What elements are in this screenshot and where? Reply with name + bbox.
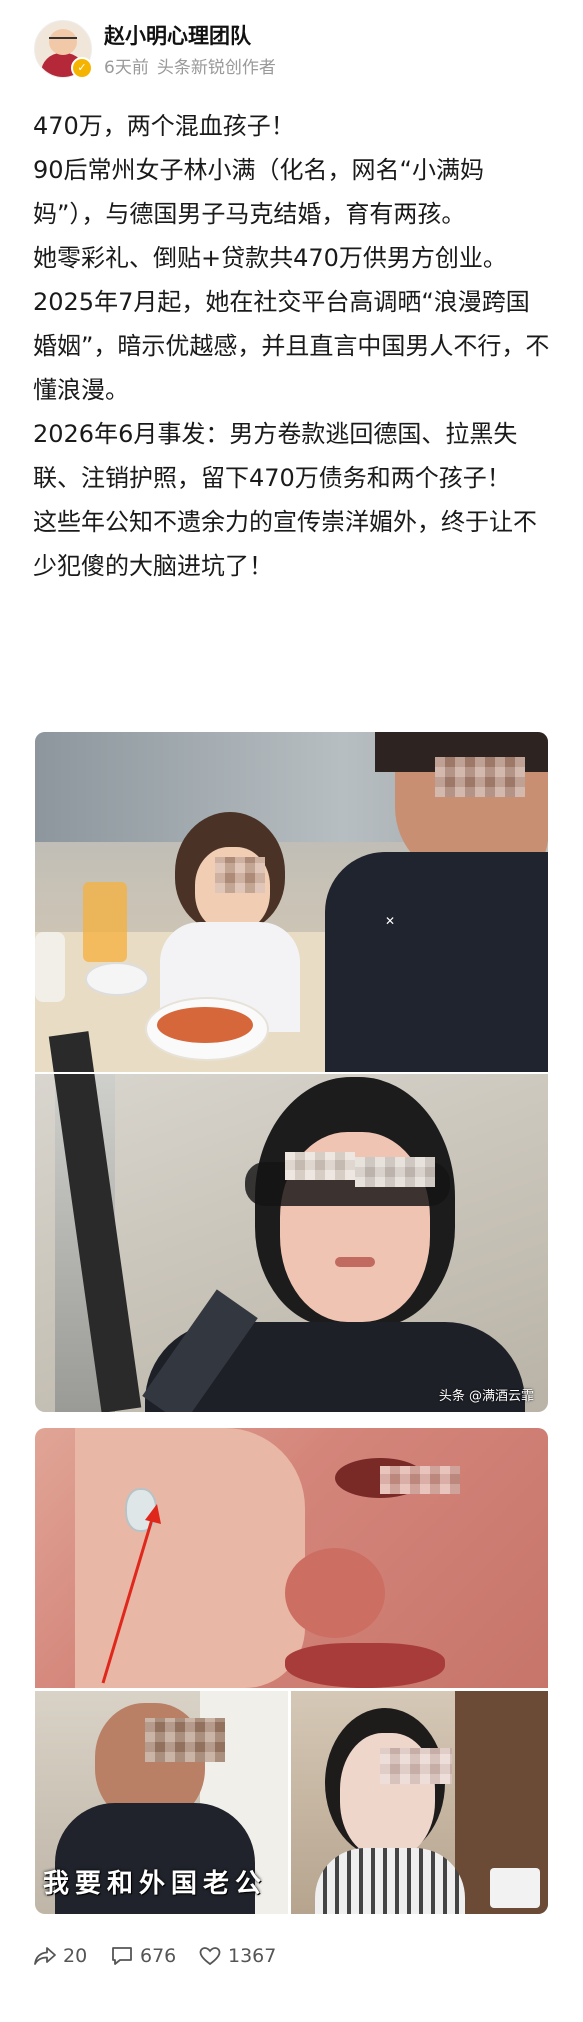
post-paragraph: 这些年公知不遗余力的宣传崇洋媚外，终于让不少犯傻的大脑进坑了！ xyxy=(33,508,537,580)
author-name[interactable]: 赵小明心理团队 xyxy=(104,20,251,50)
heart-icon xyxy=(199,1947,221,1966)
post-body: 470万，两个混血孩子！ 90后常州女子林小满（化名，网名“小满妈妈”），与德国… xyxy=(33,104,553,588)
post-action-bar: 20 676 1367 xyxy=(0,1936,583,1986)
verified-badge-icon: ✓ xyxy=(71,57,93,79)
video-subtitle: 我要和外国老公 xyxy=(43,1869,268,1899)
post-paragraph: 470万，两个混血孩子！ xyxy=(33,112,295,140)
comment-icon xyxy=(112,1947,132,1965)
like-button[interactable]: 1367 xyxy=(198,1936,276,1976)
post-paragraph: 她零彩礼、倒贴+贷款共470万供男方创业。 xyxy=(33,244,507,272)
post-image-collage[interactable]: 我要和外国老公 xyxy=(35,1428,548,1914)
comment-button[interactable]: 676 xyxy=(110,1936,176,1976)
post-paragraph: 2026年6月事发：男方卷款逃回德国、拉黑失联、注销护照，留下470万债务和两个… xyxy=(33,420,518,492)
post-image-family[interactable]: ✕ 头条 @满酒云霏 xyxy=(35,732,548,1412)
post-paragraph: 2025年7月起，她在社交平台高调晒“浪漫跨国婚姻”，暗示优越感，并且直言中国男… xyxy=(33,288,550,404)
comment-count: 676 xyxy=(140,1945,177,1967)
like-count: 1367 xyxy=(228,1945,277,1967)
share-icon xyxy=(34,1947,56,1965)
author-meta: 6天前 头条新锐创作者 xyxy=(104,53,284,78)
share-button[interactable]: 20 xyxy=(33,1936,87,1976)
post-paragraph: 90后常州女子林小满（化名，网名“小满妈妈”），与德国男子马克结婚，育有两孩。 xyxy=(33,156,484,228)
author-tag: 头条新锐创作者 xyxy=(156,58,276,78)
share-count: 20 xyxy=(63,1945,88,1967)
post-time: 6天前 xyxy=(104,58,149,78)
post-header: ✓ 赵小明心理团队 6天前 头条新锐创作者 xyxy=(0,0,583,92)
red-arrow-icon xyxy=(101,1504,161,1684)
image-watermark: 头条 @满酒云霏 xyxy=(438,1389,534,1404)
